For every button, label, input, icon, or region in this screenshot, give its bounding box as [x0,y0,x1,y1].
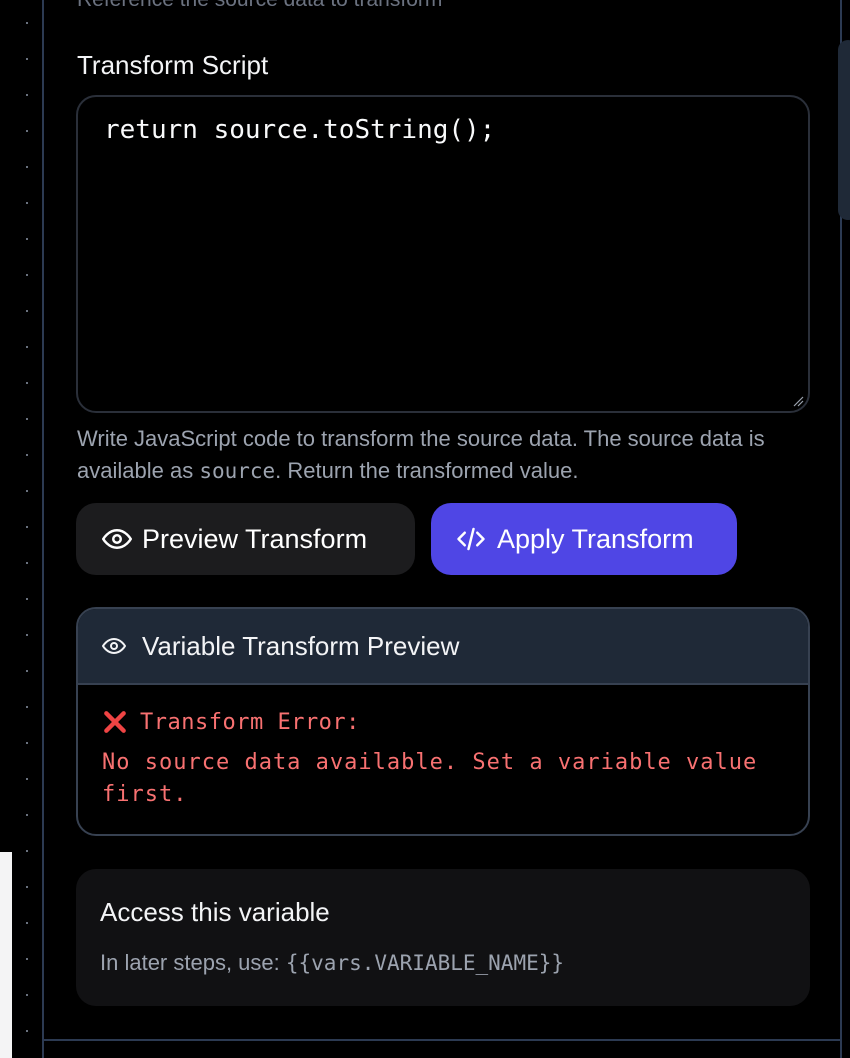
gutter-dot [26,958,28,960]
gutter-dot [26,634,28,636]
access-variable-card: Access this variable In later steps, use… [76,869,810,1006]
preview-header: Variable Transform Preview [78,609,808,685]
preview-transform-button[interactable]: Preview Transform [76,503,415,575]
gutter-dot [26,274,28,276]
gutter-dot [26,526,28,528]
gutter-dot [26,562,28,564]
x-mark-icon [104,711,126,733]
access-hint: In later steps, use: {{vars.VARIABLE_NAM… [100,950,786,976]
gutter-dot [26,742,28,744]
gutter-dot [26,1030,28,1032]
transform-script-editor[interactable]: return source.toString(); [76,95,810,413]
gutter-dot [26,778,28,780]
right-scroll-edge[interactable] [838,40,850,220]
help-code: source [199,459,276,483]
gutter-dot [26,850,28,852]
gutter-dot [26,922,28,924]
gutter-dot [26,454,28,456]
gutter-dot [26,994,28,996]
apply-transform-label: Apply Transform [497,523,694,554]
gutter-dot [26,94,28,96]
gutter-dot [26,346,28,348]
help-suffix: . Return the transformed value. [275,458,579,483]
preview-transform-label: Preview Transform [142,523,368,554]
code-icon [457,527,485,551]
preview-body: Transform Error: No source data availabl… [78,685,808,834]
gutter-dot [26,670,28,672]
gutter-dot [26,490,28,492]
gutter-dot [26,130,28,132]
gutter-dot [26,238,28,240]
gutter-dot [26,310,28,312]
resize-handle-icon[interactable] [792,395,804,407]
gutter-dot [26,166,28,168]
gutter-dot [26,598,28,600]
error-title: Transform Error: [140,709,360,735]
source-description: Reference the source data to transform [77,0,442,12]
gutter-dot [26,418,28,420]
apply-transform-button[interactable]: Apply Transform [431,503,737,575]
gutter-dot [26,706,28,708]
gutter-dot [26,58,28,60]
gutter-dot [26,22,28,24]
gutter-dot [26,382,28,384]
error-message: No source data available. Set a variable… [102,750,758,807]
transform-script-label: Transform Script [77,50,269,80]
panel-divider [42,1039,842,1041]
error-heading: Transform Error: [102,709,784,735]
transform-preview-card: Variable Transform Preview Transform Err… [76,607,810,836]
script-code: return source.toString(); [104,115,496,145]
adjacent-pane-edge [0,852,12,1058]
access-title: Access this variable [100,897,330,927]
gutter-dot [26,202,28,204]
script-help-text: Write JavaScript code to transform the s… [77,423,817,487]
preview-title: Variable Transform Preview [142,630,460,661]
eye-icon [102,529,132,549]
access-hint-prefix: In later steps, use: [100,950,286,975]
variable-reference-code[interactable]: {{vars.VARIABLE_NAME}} [286,951,564,975]
eye-icon [102,638,126,654]
gutter-dot [26,886,28,888]
gutter-dot [26,814,28,816]
